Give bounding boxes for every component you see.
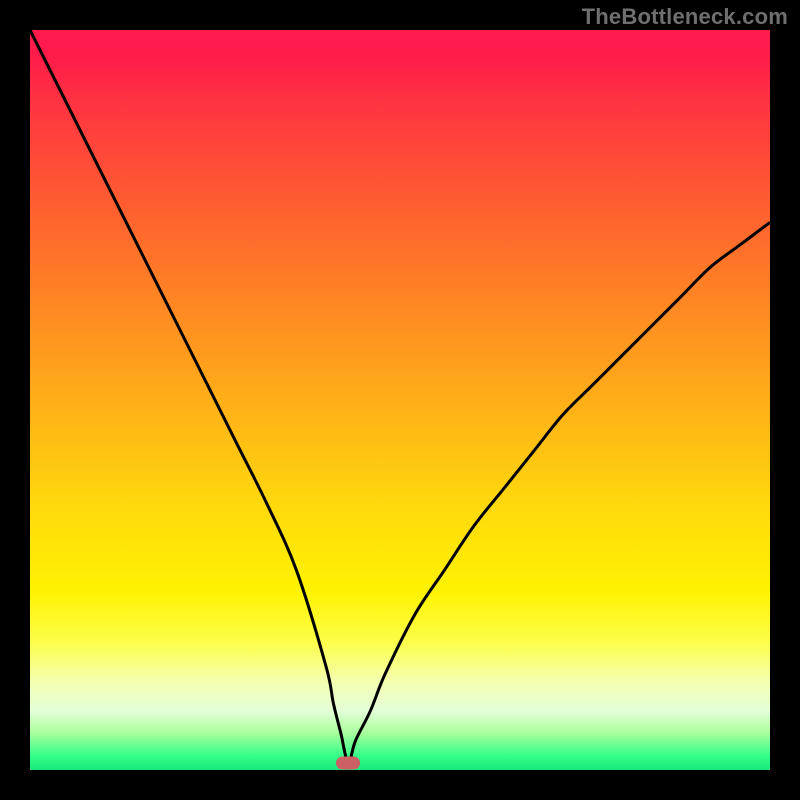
min-marker	[336, 756, 360, 769]
watermark-label: TheBottleneck.com	[582, 4, 788, 30]
curve-layer	[30, 30, 770, 770]
plot-area	[30, 30, 770, 770]
chart-frame: TheBottleneck.com	[0, 0, 800, 800]
bottleneck-curve	[30, 30, 770, 763]
